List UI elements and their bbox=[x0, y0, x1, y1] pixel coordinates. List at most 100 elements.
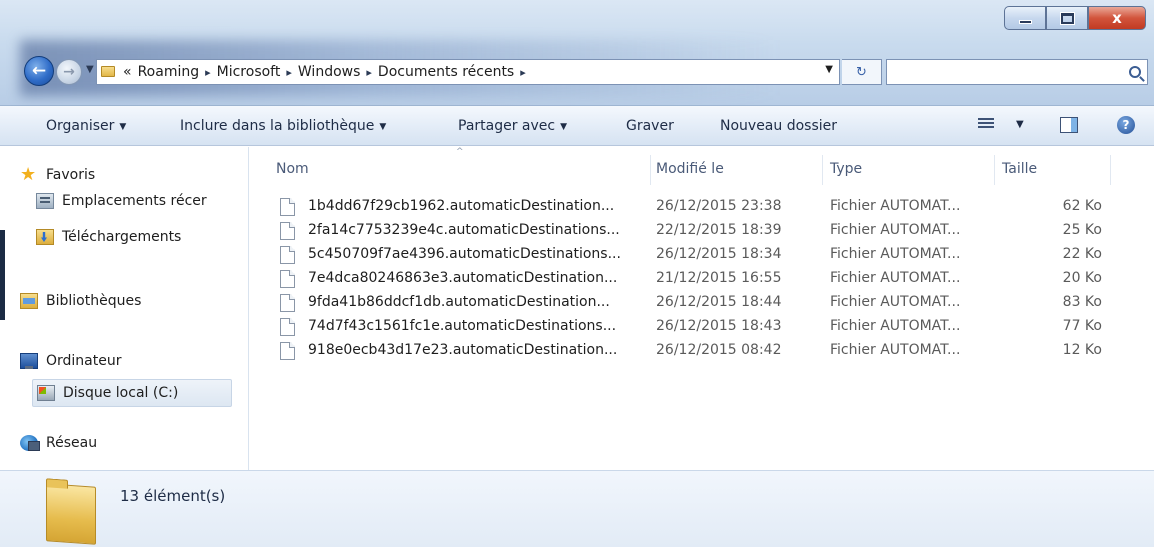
organiser-menu[interactable]: Organiser ▼ bbox=[46, 118, 126, 134]
breadcrumb-documents-recents[interactable]: Documents récents bbox=[378, 64, 514, 80]
file-name: 918e0ecb43d17e23.automaticDestination... bbox=[308, 342, 618, 358]
chevron-right-icon[interactable]: ▸ bbox=[205, 66, 211, 79]
file-icon bbox=[280, 198, 295, 216]
file-size: 22 Ko bbox=[1062, 246, 1102, 262]
sidebar-item-favoris[interactable]: ★ Favoris bbox=[20, 167, 95, 183]
command-bar: Organiser ▼ Inclure dans la bibliothèque ▼… bbox=[0, 106, 1154, 146]
file-type: Fichier AUTOMAT... bbox=[830, 294, 961, 310]
column-divider[interactable] bbox=[822, 155, 823, 185]
graver-button[interactable]: Graver bbox=[626, 118, 674, 134]
sort-ascending-icon: ^ bbox=[456, 147, 464, 157]
column-header-nom[interactable]: Nom bbox=[276, 161, 309, 177]
sidebar-item-label: Réseau bbox=[46, 435, 98, 451]
breadcrumb-microsoft[interactable]: Microsoft bbox=[217, 64, 281, 80]
chevron-down-icon: ▼ bbox=[119, 122, 127, 132]
library-icon bbox=[20, 293, 38, 309]
close-icon: x bbox=[1112, 9, 1122, 27]
sidebar-item-disque-local[interactable]: Disque local (C:) bbox=[32, 379, 232, 407]
file-type: Fichier AUTOMAT... bbox=[830, 270, 961, 286]
details-pane: 13 élément(s) bbox=[0, 470, 1154, 547]
file-size: 25 Ko bbox=[1062, 222, 1102, 238]
close-button[interactable]: x bbox=[1088, 6, 1146, 30]
file-row[interactable]: 1b4dd67f29cb1962.automaticDestination...… bbox=[276, 195, 1136, 219]
folder-icon bbox=[101, 65, 115, 77]
inclure-label: Inclure dans la bibliothèque bbox=[180, 118, 375, 134]
chevron-right-icon[interactable]: ▸ bbox=[366, 66, 372, 79]
search-icon bbox=[1129, 66, 1141, 78]
file-icon bbox=[280, 294, 295, 312]
file-name: 5c450709f7ae4396.automaticDestinations..… bbox=[308, 246, 621, 262]
sidebar-item-bibliotheques[interactable]: Bibliothèques bbox=[20, 293, 141, 309]
star-icon: ★ bbox=[20, 167, 37, 183]
sidebar-item-ordinateur[interactable]: Ordinateur bbox=[20, 353, 122, 369]
file-row[interactable]: 7e4dca80246863e3.automaticDestination...… bbox=[276, 267, 1136, 291]
file-date: 26/12/2015 18:44 bbox=[656, 294, 782, 310]
file-type: Fichier AUTOMAT... bbox=[830, 222, 961, 238]
file-row[interactable]: 5c450709f7ae4396.automaticDestinations..… bbox=[276, 243, 1136, 267]
computer-icon bbox=[20, 353, 38, 369]
inclure-bibliotheque-menu[interactable]: Inclure dans la bibliothèque ▼ bbox=[180, 118, 386, 134]
file-list: Nom ^ Modifié le Type Taille 1b4dd67f29c… bbox=[250, 147, 1154, 470]
preview-pane-icon[interactable] bbox=[1060, 117, 1078, 133]
minimize-button[interactable] bbox=[1004, 6, 1046, 30]
file-type: Fichier AUTOMAT... bbox=[830, 198, 961, 214]
sidebar-item-label: Ordinateur bbox=[46, 353, 122, 369]
search-input[interactable] bbox=[886, 59, 1148, 85]
file-name: 7e4dca80246863e3.automaticDestination... bbox=[308, 270, 618, 286]
forward-button[interactable]: → bbox=[56, 59, 82, 85]
view-options-icon[interactable] bbox=[978, 118, 994, 132]
back-button[interactable]: ← bbox=[24, 56, 54, 86]
navigation-pane: ★ Favoris Emplacements récer Téléchargem… bbox=[0, 147, 249, 470]
caption-buttons: x bbox=[1004, 6, 1146, 30]
sidebar-item-telechargements[interactable]: Téléchargements bbox=[36, 229, 181, 245]
column-divider[interactable] bbox=[650, 155, 651, 185]
column-divider[interactable] bbox=[1110, 155, 1111, 185]
sidebar-item-emplacements-recents[interactable]: Emplacements récer bbox=[36, 193, 249, 209]
file-size: 12 Ko bbox=[1062, 342, 1102, 358]
file-date: 26/12/2015 18:34 bbox=[656, 246, 782, 262]
maximize-icon bbox=[1060, 12, 1074, 24]
chevron-down-icon[interactable]: ▼ bbox=[1016, 119, 1024, 130]
refresh-button[interactable]: ↻ bbox=[842, 59, 882, 85]
file-icon bbox=[280, 342, 295, 360]
chevron-right-icon[interactable]: ▸ bbox=[520, 66, 526, 79]
file-icon bbox=[280, 222, 295, 240]
file-row[interactable]: 9fda41b86ddcf1db.automaticDestination...… bbox=[276, 291, 1136, 315]
file-size: 77 Ko bbox=[1062, 318, 1102, 334]
column-header-taille[interactable]: Taille bbox=[1002, 161, 1037, 177]
background-edge bbox=[0, 230, 5, 320]
file-row[interactable]: 918e0ecb43d17e23.automaticDestination...… bbox=[276, 339, 1136, 363]
nouveau-dossier-button[interactable]: Nouveau dossier bbox=[720, 118, 837, 134]
column-header-type[interactable]: Type bbox=[830, 161, 862, 177]
breadcrumb-roaming[interactable]: Roaming bbox=[138, 64, 200, 80]
sidebar-item-label: Emplacements récer bbox=[62, 193, 207, 209]
folder-icon bbox=[46, 483, 96, 545]
file-date: 26/12/2015 23:38 bbox=[656, 198, 782, 214]
file-icon bbox=[280, 318, 295, 336]
breadcrumb-overflow[interactable]: « bbox=[123, 64, 132, 80]
history-dropdown-icon[interactable]: ▼ bbox=[86, 64, 94, 75]
maximize-button[interactable] bbox=[1046, 6, 1088, 30]
item-count: 13 élément(s) bbox=[120, 487, 226, 505]
file-row[interactable]: 74d7f43c1561fc1e.automaticDestinations..… bbox=[276, 315, 1136, 339]
organiser-label: Organiser bbox=[46, 118, 115, 134]
partager-avec-menu[interactable]: Partager avec ▼ bbox=[458, 118, 567, 134]
file-name: 9fda41b86ddcf1db.automaticDestination... bbox=[308, 294, 610, 310]
sidebar-item-reseau[interactable]: Réseau bbox=[20, 435, 97, 451]
file-date: 26/12/2015 08:42 bbox=[656, 342, 782, 358]
file-row[interactable]: 2fa14c7753239e4c.automaticDestinations..… bbox=[276, 219, 1136, 243]
chevron-right-icon[interactable]: ▸ bbox=[286, 66, 292, 79]
file-size: 20 Ko bbox=[1062, 270, 1102, 286]
breadcrumb-windows[interactable]: Windows bbox=[298, 64, 361, 80]
address-history-dropdown-icon[interactable]: ▼ bbox=[825, 64, 833, 75]
column-header-modifie[interactable]: Modifié le bbox=[656, 161, 724, 177]
help-icon[interactable]: ? bbox=[1117, 116, 1135, 134]
address-bar[interactable]: « Roaming ▸ Microsoft ▸ Windows ▸ Docume… bbox=[96, 59, 840, 85]
column-divider[interactable] bbox=[994, 155, 995, 185]
arrow-right-icon: → bbox=[63, 64, 75, 80]
file-date: 26/12/2015 18:43 bbox=[656, 318, 782, 334]
recent-places-icon bbox=[36, 193, 54, 209]
refresh-icon: ↻ bbox=[856, 64, 867, 80]
file-name: 74d7f43c1561fc1e.automaticDestinations..… bbox=[308, 318, 617, 334]
file-name: 2fa14c7753239e4c.automaticDestinations..… bbox=[308, 222, 620, 238]
